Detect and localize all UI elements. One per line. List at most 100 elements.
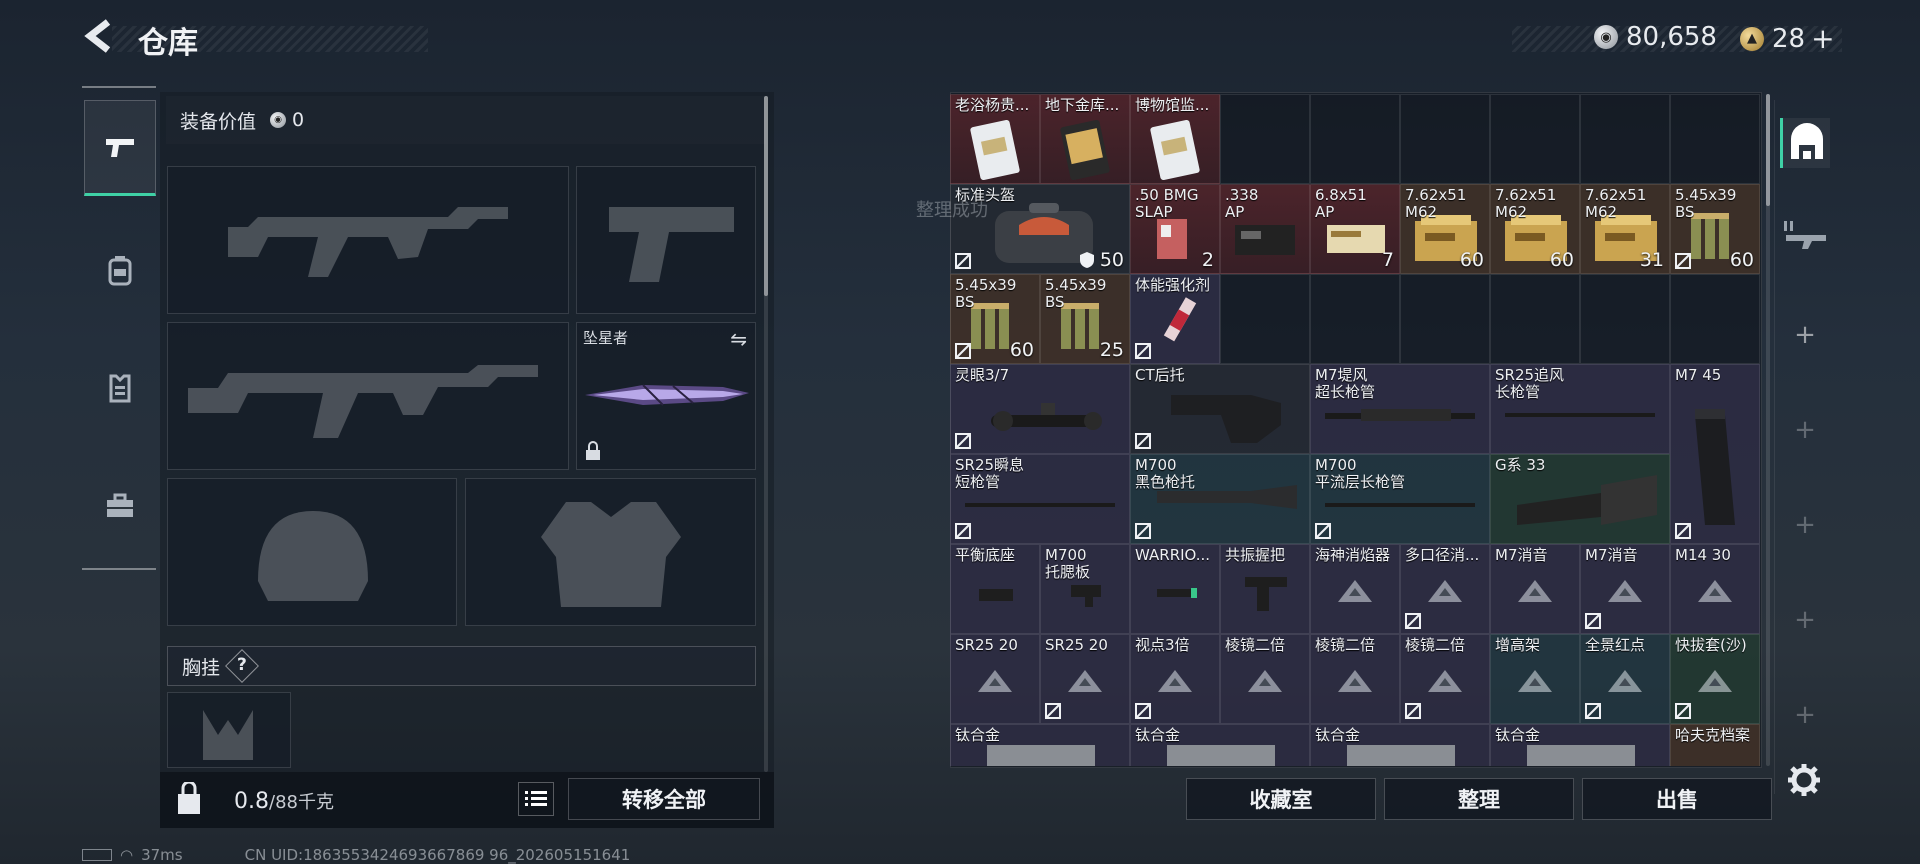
stash-item-name: 5.45x39 BS [955,276,1017,311]
transfer-all-button[interactable]: 转移全部 [568,778,760,820]
stash-item[interactable]: 棱镜二倍 [1400,634,1490,724]
melee-slot[interactable]: 坠星者 ⇋ [576,322,756,470]
helmet-slot[interactable] [167,478,457,626]
tab-armor[interactable] [84,340,156,436]
stash-item[interactable]: .338 AP [1220,184,1310,274]
equipment-value: 0 [292,109,305,131]
stash-item[interactable]: M700 平流层长枪管 [1310,454,1490,544]
stash-item[interactable]: 5.45x39 BS 60 [950,274,1040,364]
chest-rig-label: 胸挂 [182,656,221,679]
stash-item[interactable]: 海神消焰器 [1310,544,1400,634]
stash-item[interactable]: 老浴杨贵... [950,94,1040,184]
stash-item-name: 5.45x39 BS [1675,186,1737,221]
tab-tools[interactable] [84,458,156,554]
stash-item[interactable]: G系 33 [1490,454,1670,544]
add-stash-tab-1[interactable]: + [1780,310,1830,360]
stash-item[interactable]: 棱镜二倍 [1220,634,1310,724]
add-stash-tab-2[interactable]: + [1780,405,1830,455]
stash-item[interactable]: 博物馆监... [1130,94,1220,184]
stash-item[interactable]: .50 BMG SLAP 2 [1130,184,1220,274]
stash-item[interactable]: 7.62x51 M62 31 [1580,184,1670,274]
back-arrow-icon[interactable] [82,16,116,65]
swap-icon[interactable]: ⇋ [730,327,747,351]
pistol-icon [106,139,134,157]
armor-icon [109,374,131,403]
stash-item[interactable]: M700 黑色枪托 [1130,454,1310,544]
stash-item[interactable]: SR25追风 长枪管 [1490,364,1670,454]
weight-current: 0.8 [234,789,269,814]
empty-cell [1220,274,1310,364]
stash-item[interactable]: M7 45 [1670,364,1760,544]
stash-item[interactable]: CT后托 [1130,364,1310,454]
equipment-scrollbar[interactable] [764,96,768,772]
stash-item[interactable]: 6.8x51 AP 7 [1310,184,1400,274]
stash-item-name: M700 托腮板 [1045,546,1091,581]
stash-item[interactable]: SR25瞬息 短枪管 [950,454,1130,544]
stash-item[interactable]: 增高架 [1490,634,1580,724]
empty-cell [1580,274,1670,364]
stash-tab-main[interactable] [1780,118,1830,168]
stash-item[interactable]: 7.62x51 M62 60 [1490,184,1580,274]
stash-item[interactable]: 棱镜二倍 [1310,634,1400,724]
stash-item-name: 共振握把 [1225,546,1286,564]
stash-item[interactable]: 体能强化剂 [1130,274,1220,364]
add-currency-button[interactable]: + [1811,22,1834,55]
stash-item[interactable]: 地下金库... [1040,94,1130,184]
body-armor-slot[interactable] [465,478,756,626]
stash-item[interactable]: 快拔套(沙) [1670,634,1760,724]
gold-currency[interactable]: ▲ 28 + [1740,22,1835,55]
weight-max: /88千克 [269,792,334,813]
sort-button[interactable]: 整理 [1384,778,1574,820]
tab-weapons[interactable] [84,100,156,196]
chest-rig-bar: 胸挂 ? [167,646,756,686]
ping-value: 37ms [141,846,183,864]
sidearm-slot[interactable] [576,166,756,314]
stash-item-name: 7.62x51 M62 [1495,186,1557,221]
collection-room-button[interactable]: 收藏室 [1186,778,1376,820]
stash-item-name: SR25追风 长枪管 [1495,366,1565,401]
weight-readout: 0.8/88千克 [234,788,334,814]
primary-weapon-slot-2[interactable] [167,322,569,470]
stash-item[interactable]: 钛合金 [1490,724,1670,766]
stash-item-name: 地下金库... [1045,96,1120,114]
gear-icon[interactable] [1786,762,1822,802]
chest-rig-slot[interactable] [167,692,291,768]
stash-item[interactable]: 5.45x39 BS 60 [1670,184,1760,274]
add-stash-tab-4[interactable]: + [1780,595,1830,645]
stash-item[interactable]: 多口径消... [1400,544,1490,634]
stash-item[interactable]: WARRIO... [1130,544,1220,634]
not-for-sale-icon [1675,253,1691,269]
stash-item[interactable]: 共振握把 [1220,544,1310,634]
stash-item[interactable]: 全景红点 [1580,634,1670,724]
stash-item[interactable]: 钛合金 [1130,724,1310,766]
list-icon[interactable] [518,782,554,816]
stash-item[interactable]: SR25 20 [1040,634,1130,724]
stash-tab-weapons[interactable] [1780,210,1830,260]
primary-weapon-slot-1[interactable] [167,166,569,314]
sell-button[interactable]: 出售 [1582,778,1772,820]
stash-item[interactable]: M700 托腮板 [1040,544,1130,634]
stash-item[interactable]: 平衡底座 [950,544,1040,634]
empty-cell [1310,94,1400,184]
stash-item-name: 体能强化剂 [1135,276,1211,294]
add-stash-tab-3[interactable]: + [1780,500,1830,550]
stash-item[interactable]: 5.45x39 BS 25 [1040,274,1130,364]
stash-item[interactable]: M7消音 [1580,544,1670,634]
stash-item[interactable]: 钛合金 [950,724,1130,766]
stash-item-name: M7消音 [1495,546,1548,564]
tab-backpack[interactable] [84,222,156,318]
stash-item[interactable]: 灵眼3/7 [950,364,1130,454]
add-stash-tab-5[interactable]: + [1780,690,1830,740]
stash-item[interactable]: 钛合金 [1310,724,1490,766]
stash-scrollbar[interactable] [1766,94,1770,766]
stash-item-count: 60 [1549,249,1574,271]
stash-item[interactable]: M14 30 [1670,544,1760,634]
stash-item-count: 50 [1099,249,1124,271]
stash-item[interactable]: 7.62x51 M62 60 [1400,184,1490,274]
stash-item[interactable]: 视点3倍 [1130,634,1220,724]
stash-item[interactable]: 哈夫克档案 [1670,724,1760,766]
stash-item[interactable]: SR25 20 [950,634,1040,724]
stash-item[interactable]: M7消音 [1490,544,1580,634]
stash-item-name: M7堤风 超长枪管 [1315,366,1376,401]
stash-item[interactable]: M7堤风 超长枪管 [1310,364,1490,454]
